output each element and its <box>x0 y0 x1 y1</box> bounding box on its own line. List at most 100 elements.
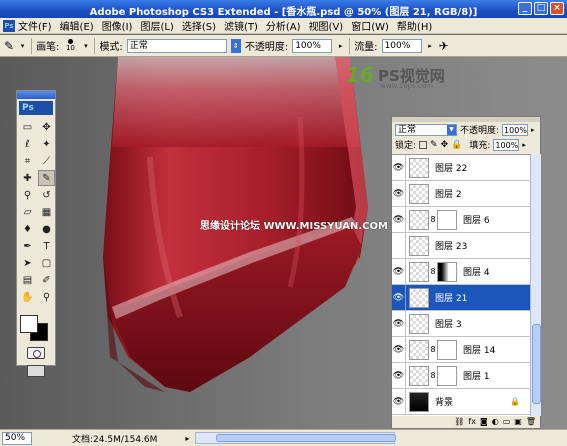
visibility-eye-icon[interactable]: 👁 <box>392 181 406 206</box>
visibility-eye-icon[interactable]: 👁 <box>392 155 406 180</box>
menu-filter[interactable]: 滤镜(T) <box>220 18 262 33</box>
menu-image[interactable]: 图像(I) <box>98 18 137 33</box>
layer-thumbnail[interactable] <box>409 339 429 360</box>
mode-select[interactable]: 正常 <box>126 38 227 53</box>
layer-thumbnail[interactable] <box>409 209 429 230</box>
lock-transparency-icon[interactable] <box>419 140 428 149</box>
mask-link-icon[interactable]: 8 <box>429 267 437 276</box>
layer-mask-thumbnail[interactable] <box>437 261 457 282</box>
menu-view[interactable]: 视图(V) <box>305 18 348 33</box>
minimize-button[interactable]: _ <box>518 2 532 15</box>
menu-help[interactable]: 帮助(H) <box>393 18 436 33</box>
clone-stamp-icon[interactable]: ⚲ <box>19 187 36 203</box>
layer-thumbnail[interactable] <box>409 183 429 204</box>
adjustment-layer-icon[interactable]: ◐ <box>492 417 499 426</box>
magic-wand-icon[interactable]: ✦ <box>38 136 55 152</box>
opacity-slider-icon[interactable]: ▸ <box>336 39 345 53</box>
flow-slider-icon[interactable]: ▸ <box>426 39 435 53</box>
lock-pixels-icon[interactable]: ✎ <box>430 140 438 150</box>
layer-row[interactable]: 👁 图层 22 <box>392 155 530 181</box>
layer-thumbnail[interactable] <box>409 365 429 386</box>
visibility-eye-icon[interactable]: 👁 <box>392 337 406 362</box>
fill-arrow-icon[interactable]: ▸ <box>522 141 526 149</box>
menu-analysis[interactable]: 分析(A) <box>262 18 305 33</box>
layer-style-icon[interactable]: fx <box>468 417 476 426</box>
layer-row[interactable]: 👁 图层 21 <box>392 285 530 311</box>
opacity-input[interactable]: 100% <box>292 38 333 53</box>
preset-dropdown-icon[interactable]: ▾ <box>18 39 27 53</box>
pen-tool-icon[interactable]: ✒ <box>19 238 36 254</box>
layer-thumbnail[interactable] <box>409 157 429 178</box>
brush-dropdown-icon[interactable]: ▾ <box>81 39 90 53</box>
hand-tool-icon[interactable]: ✋ <box>19 289 36 305</box>
delete-layer-icon[interactable]: 🗑 <box>526 417 536 426</box>
layer-thumbnail[interactable] <box>409 391 429 412</box>
layer-row[interactable]: 👁 图层 2 <box>392 181 530 207</box>
airbrush-icon[interactable]: ✈ <box>439 39 449 53</box>
layer-row[interactable]: 👁 图层 3 <box>392 311 530 337</box>
menu-edit[interactable]: 编辑(E) <box>56 18 98 33</box>
menu-window[interactable]: 窗口(W) <box>347 18 393 33</box>
maximize-button[interactable]: □ <box>534 2 548 15</box>
new-layer-icon[interactable]: ▣ <box>514 417 522 426</box>
visibility-eye-icon[interactable] <box>392 233 406 258</box>
visibility-eye-icon[interactable]: 👁 <box>392 259 406 284</box>
menu-layer[interactable]: 图层(L) <box>136 18 177 33</box>
lock-position-icon[interactable]: ✥ <box>441 140 449 150</box>
close-button[interactable]: × <box>550 2 564 15</box>
layer-row[interactable]: 图层 23 <box>392 233 530 259</box>
status-menu-icon[interactable]: ▸ <box>185 434 189 443</box>
layer-thumbnail[interactable] <box>409 261 429 282</box>
layer-mask-thumbnail[interactable] <box>437 209 457 230</box>
visibility-eye-icon[interactable]: 👁 <box>392 363 406 388</box>
mask-link-icon[interactable]: 8 <box>429 345 437 354</box>
layer-opacity-input[interactable]: 100% <box>502 123 529 136</box>
notes-tool-icon[interactable]: ▤ <box>19 272 36 288</box>
eraser-tool-icon[interactable]: ▱ <box>19 204 36 220</box>
flow-input[interactable]: 100% <box>381 38 422 53</box>
layer-mask-thumbnail[interactable] <box>437 365 457 386</box>
menu-select[interactable]: 选择(S) <box>178 18 220 33</box>
slice-tool-icon[interactable]: ⟋ <box>38 153 55 169</box>
crop-tool-icon[interactable]: ⌗ <box>19 153 36 169</box>
quick-mask-button[interactable] <box>27 347 45 359</box>
type-tool-icon[interactable]: T <box>38 238 55 254</box>
shape-tool-icon[interactable]: ▢ <box>38 255 55 271</box>
gradient-tool-icon[interactable]: ▦ <box>38 204 55 220</box>
brush-picker[interactable]: 10 <box>63 39 77 52</box>
eyedropper-icon[interactable]: ✐ <box>38 272 55 288</box>
horizontal-scroll-thumb[interactable] <box>216 434 397 442</box>
visibility-eye-icon[interactable]: 👁 <box>392 311 406 336</box>
new-group-icon[interactable]: ▭ <box>503 417 511 426</box>
ps-logo[interactable]: Ps <box>19 101 53 115</box>
foreground-color[interactable] <box>20 315 38 333</box>
visibility-eye-icon[interactable]: 👁 <box>392 389 406 414</box>
toolbox-titlebar[interactable] <box>17 91 55 99</box>
lock-all-icon[interactable]: 🔒 <box>451 140 462 150</box>
layers-scroll-thumb[interactable] <box>532 324 541 404</box>
app-icon[interactable]: Ps <box>3 19 15 32</box>
brush-tool-icon[interactable]: ✎ <box>38 170 55 186</box>
blur-tool-icon[interactable]: ♦ <box>19 221 36 237</box>
layer-row[interactable]: 👁 背景 🔒 <box>392 389 530 415</box>
add-mask-icon[interactable]: ◙ <box>480 417 488 426</box>
blend-mode-select[interactable]: 正常 <box>395 123 457 136</box>
path-select-icon[interactable]: ➤ <box>19 255 36 271</box>
layer-row[interactable]: 👁 8 图层 14 <box>392 337 530 363</box>
healing-brush-icon[interactable]: ✚ <box>19 170 36 186</box>
layer-thumbnail[interactable] <box>409 313 429 334</box>
fill-input[interactable]: 100% <box>493 138 520 151</box>
brush-preset-icon[interactable]: ✎ <box>4 39 14 53</box>
layer-row[interactable]: 👁 8 图层 4 <box>392 259 530 285</box>
zoom-field[interactable]: 50% <box>2 431 32 445</box>
layer-thumbnail[interactable] <box>409 235 429 256</box>
move-tool-icon[interactable]: ✥ <box>38 119 55 135</box>
visibility-eye-icon[interactable]: 👁 <box>392 207 406 232</box>
layer-mask-thumbnail[interactable] <box>437 339 457 360</box>
history-brush-icon[interactable]: ↺ <box>38 187 55 203</box>
mask-link-icon[interactable]: 8 <box>429 371 437 380</box>
opacity-arrow-icon[interactable]: ▸ <box>531 126 535 134</box>
lasso-tool-icon[interactable]: ℓ <box>19 136 36 152</box>
menu-file[interactable]: 文件(F) <box>18 18 56 33</box>
layer-row[interactable]: 👁 8 图层 6 <box>392 207 530 233</box>
